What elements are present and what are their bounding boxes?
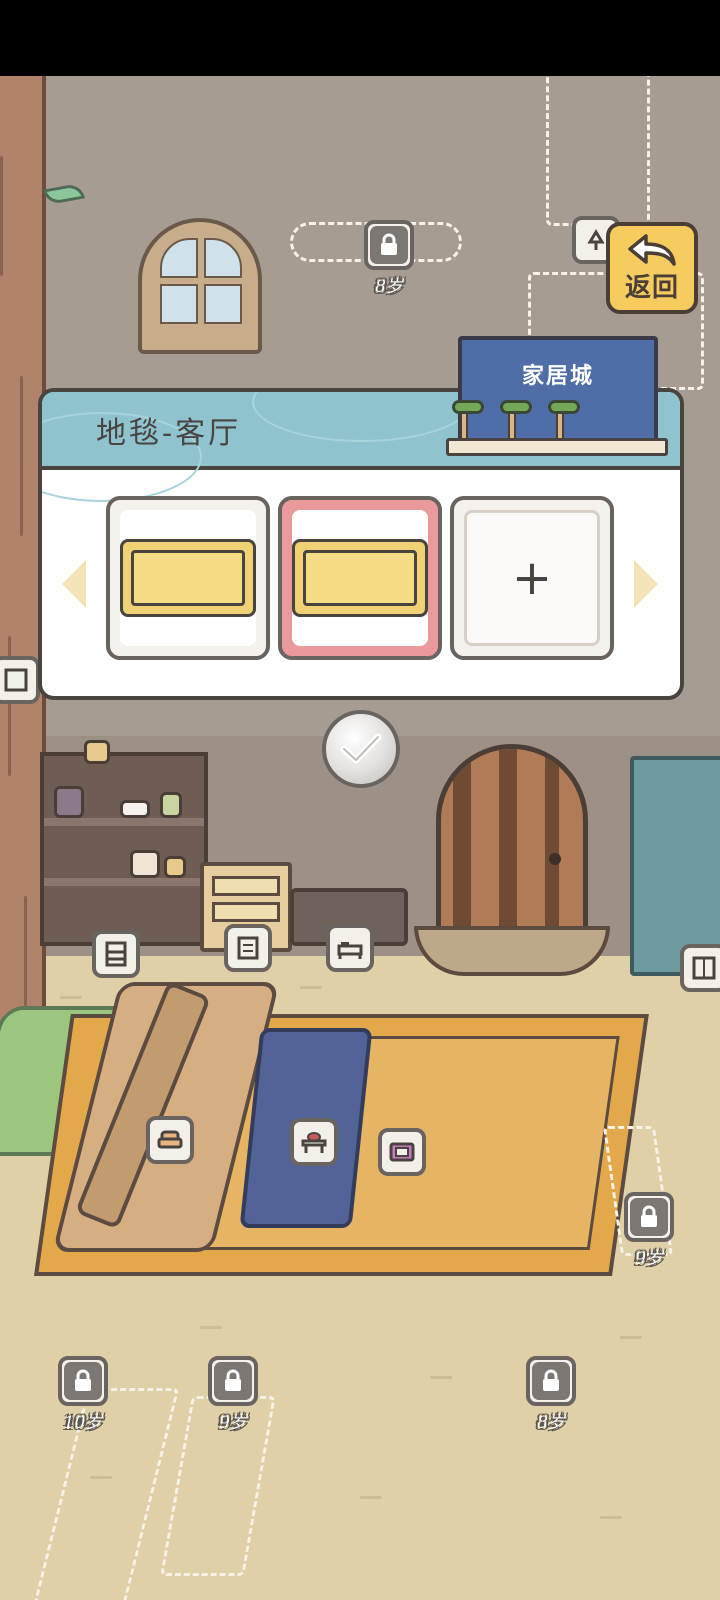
rug-option-card-selected[interactable] — [278, 496, 442, 660]
rug-option-card[interactable] — [106, 496, 270, 660]
placeholder-outline — [546, 76, 650, 226]
lock-age-label: 8岁 — [375, 277, 403, 297]
lock-age-label: 8岁 — [537, 1413, 565, 1433]
confirm-button[interactable] — [322, 710, 400, 788]
bookshelf-slot-icon[interactable] — [92, 930, 140, 978]
previous-arrow-icon[interactable] — [62, 560, 86, 608]
blue-cabinet — [630, 756, 720, 976]
door-mat — [414, 926, 610, 976]
plus-icon: + — [511, 550, 553, 606]
back-arrow-icon — [628, 234, 676, 266]
panel-title: 地毯-客厅 — [96, 416, 242, 451]
frame-slot-icon[interactable] — [0, 656, 40, 704]
lock-age-label: 9岁 — [635, 1249, 663, 1269]
store-plant — [548, 400, 580, 414]
cabinet-slot-icon[interactable] — [680, 944, 720, 992]
table-slot-icon[interactable] — [290, 1118, 338, 1166]
add-item-card[interactable]: + — [450, 496, 614, 660]
store-sign-base — [446, 438, 668, 456]
drawer-slot-icon[interactable] — [224, 924, 272, 972]
armchair-slot-icon[interactable] — [146, 1116, 194, 1164]
checkmark-icon — [340, 733, 382, 764]
arched-door — [436, 744, 588, 934]
back-button-label: 返回 — [624, 273, 679, 303]
store-plant — [500, 400, 532, 414]
back-button[interactable]: 返回 — [606, 222, 698, 314]
locked-slot-icon[interactable] — [58, 1356, 108, 1406]
lock-age-label: 9岁 — [219, 1413, 247, 1433]
rug-slot-icon[interactable] — [378, 1128, 426, 1176]
locked-slot-icon[interactable] — [624, 1192, 674, 1242]
locked-slot-icon[interactable] — [526, 1356, 576, 1406]
bookshelf — [40, 752, 208, 946]
lock-age-label: 10岁 — [63, 1413, 103, 1433]
arched-window — [138, 218, 262, 354]
locked-slot-icon[interactable] — [364, 220, 414, 270]
home-store-label: 家居城 — [521, 364, 594, 389]
store-plant — [452, 400, 484, 414]
bed-slot-icon[interactable] — [326, 924, 374, 972]
shelf-vase — [84, 740, 110, 764]
status-bar — [0, 0, 720, 76]
rug-item-icon — [292, 539, 428, 617]
rug-item-icon — [120, 539, 256, 617]
next-arrow-icon[interactable] — [634, 560, 658, 608]
locked-slot-icon[interactable] — [208, 1356, 258, 1406]
